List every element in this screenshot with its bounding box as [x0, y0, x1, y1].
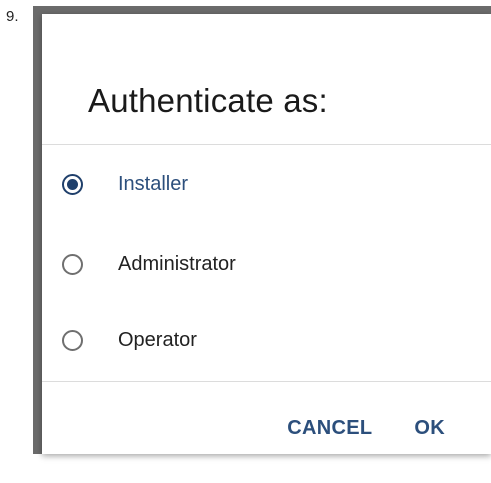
ok-button[interactable]: OK: [406, 411, 453, 446]
step-number: 9.: [6, 8, 19, 25]
dialog-title: Authenticate as:: [88, 82, 328, 119]
radio-option-administrator[interactable]: Administrator: [62, 244, 236, 284]
authenticate-dialog: Authenticate as: Installer Administrator…: [42, 14, 491, 454]
option-label: Operator: [118, 328, 197, 351]
option-label: Administrator: [118, 252, 236, 275]
radio-option-installer[interactable]: Installer: [62, 164, 188, 204]
actions-divider: [42, 381, 491, 382]
radio-checked-icon[interactable]: [62, 173, 83, 195]
radio-unchecked-icon[interactable]: [62, 329, 83, 351]
page: 9. Authenticate as: Installer Administra…: [0, 0, 491, 483]
radio-unchecked-icon[interactable]: [62, 253, 83, 275]
dialog-actions: CANCEL OK: [279, 411, 491, 446]
title-divider: [42, 144, 491, 145]
option-label: Installer: [118, 172, 189, 195]
radio-option-operator[interactable]: Operator: [62, 320, 197, 360]
cancel-button[interactable]: CANCEL: [279, 411, 380, 446]
